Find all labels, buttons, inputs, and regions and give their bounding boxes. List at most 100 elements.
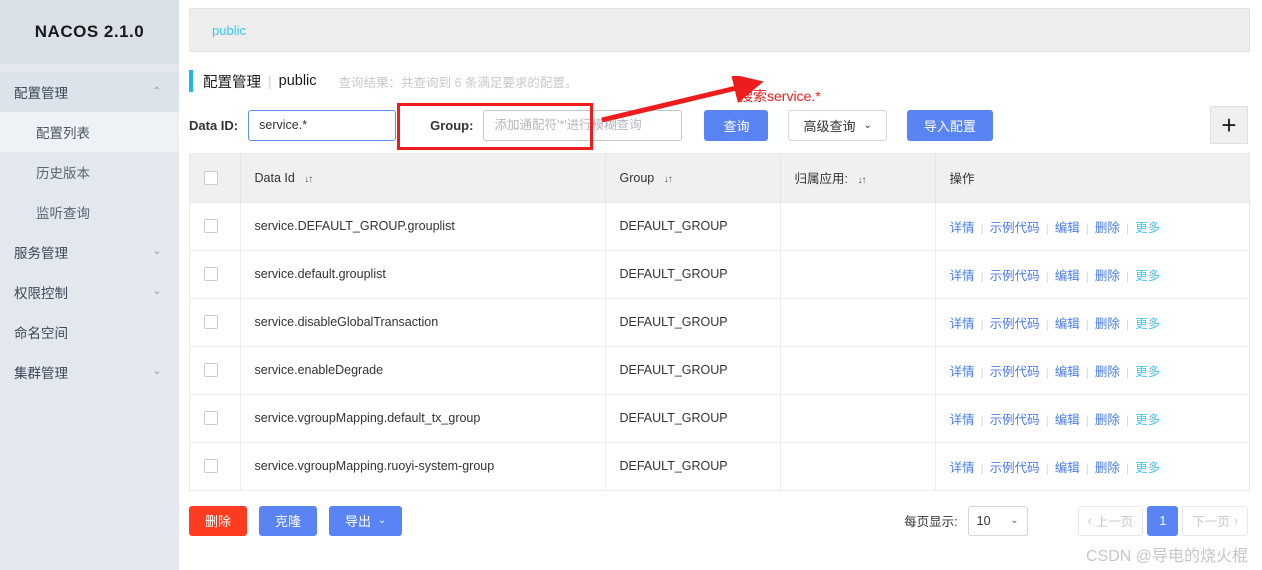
action-more-link[interactable]: 更多 bbox=[1135, 365, 1160, 379]
action-separator: | bbox=[1045, 412, 1049, 427]
row-checkbox[interactable] bbox=[204, 411, 218, 425]
sidebar: NACOS 2.1.0 配置管理 ⌃ 配置列表 历史版本 监听查询 服务管理 ⌄… bbox=[0, 0, 179, 570]
cell-group: DEFAULT_GROUP bbox=[605, 394, 781, 443]
advanced-query-button[interactable]: 高级查询 ⌄ bbox=[788, 109, 887, 141]
row-checkbox[interactable] bbox=[204, 459, 218, 473]
action-separator: | bbox=[1045, 268, 1049, 283]
table-head: Data Id ↓↑ Group ↓↑ 归属应用: ↓↑ 操作 bbox=[190, 154, 1249, 203]
row-checkbox[interactable] bbox=[204, 267, 218, 281]
action-detail-link[interactable]: 详情 bbox=[950, 269, 975, 283]
header-app[interactable]: 归属应用: ↓↑ bbox=[780, 154, 936, 203]
action-sample-code-link[interactable]: 示例代码 bbox=[990, 365, 1040, 379]
action-sample-code-link[interactable]: 示例代码 bbox=[990, 413, 1040, 427]
title-separator: | bbox=[268, 73, 272, 89]
table-header-row: Data Id ↓↑ Group ↓↑ 归属应用: ↓↑ 操作 bbox=[190, 154, 1249, 203]
row-checkbox[interactable] bbox=[204, 363, 218, 377]
clone-button[interactable]: 克隆 bbox=[259, 505, 318, 536]
action-delete-link[interactable]: 删除 bbox=[1095, 221, 1120, 235]
action-edit-link[interactable]: 编辑 bbox=[1055, 413, 1080, 427]
action-more-link[interactable]: 更多 bbox=[1135, 317, 1160, 331]
sidebar-item-listener-query[interactable]: 监听查询 bbox=[0, 192, 179, 232]
action-edit-link[interactable]: 编辑 bbox=[1055, 269, 1080, 283]
action-sample-code-link[interactable]: 示例代码 bbox=[990, 269, 1040, 283]
header-data-id[interactable]: Data Id ↓↑ bbox=[240, 154, 606, 203]
action-delete-link[interactable]: 删除 bbox=[1095, 365, 1120, 379]
action-more-link[interactable]: 更多 bbox=[1135, 461, 1160, 475]
cell-operations: 详情 | 示例代码 | 编辑 | 删除 | 更多 bbox=[935, 202, 1249, 251]
per-page-select[interactable]: 10 ⌄ bbox=[967, 505, 1028, 536]
action-edit-link[interactable]: 编辑 bbox=[1055, 365, 1080, 379]
config-table: Data Id ↓↑ Group ↓↑ 归属应用: ↓↑ 操作 service.… bbox=[190, 154, 1249, 491]
sidebar-item-config-management[interactable]: 配置管理 ⌃ bbox=[0, 72, 179, 112]
action-detail-link[interactable]: 详情 bbox=[950, 365, 975, 379]
select-all-checkbox[interactable] bbox=[204, 170, 218, 185]
table-row: service.vgroupMapping.ruoyi-system-group… bbox=[190, 442, 1249, 491]
sidebar-item-label: 集群管理 bbox=[14, 366, 68, 381]
query-button[interactable]: 查询 bbox=[704, 109, 769, 141]
row-select-cell bbox=[190, 298, 241, 347]
header-group[interactable]: Group ↓↑ bbox=[605, 154, 781, 203]
delete-button[interactable]: 删除 bbox=[189, 505, 248, 536]
page-namespace: public bbox=[278, 73, 317, 89]
per-page-value: 10 bbox=[976, 513, 991, 528]
action-detail-link[interactable]: 详情 bbox=[950, 221, 975, 235]
row-checkbox[interactable] bbox=[204, 315, 218, 329]
row-select-cell bbox=[190, 250, 241, 299]
row-checkbox[interactable] bbox=[204, 219, 218, 233]
action-more-link[interactable]: 更多 bbox=[1135, 221, 1160, 235]
row-select-cell bbox=[190, 346, 241, 395]
sidebar-item-service-management[interactable]: 服务管理 ⌄ bbox=[0, 232, 179, 272]
cell-app bbox=[780, 442, 936, 491]
action-separator: | bbox=[1045, 316, 1049, 331]
action-more-link[interactable]: 更多 bbox=[1135, 413, 1160, 427]
chevron-right-icon: › bbox=[1233, 513, 1238, 528]
sidebar-item-label: 监听查询 bbox=[36, 206, 90, 221]
annotation-text: 搜索service.* bbox=[739, 88, 821, 104]
action-detail-link[interactable]: 详情 bbox=[950, 413, 975, 427]
add-config-button[interactable]: + bbox=[1210, 106, 1248, 144]
cell-data-id: service.disableGlobalTransaction bbox=[240, 298, 606, 347]
group-input[interactable] bbox=[483, 109, 683, 141]
sidebar-item-cluster-management[interactable]: 集群管理 ⌄ bbox=[0, 352, 179, 392]
action-delete-link[interactable]: 删除 bbox=[1095, 461, 1120, 475]
action-delete-link[interactable]: 删除 bbox=[1095, 413, 1120, 427]
action-edit-link[interactable]: 编辑 bbox=[1055, 221, 1080, 235]
sort-icon[interactable]: ↓↑ bbox=[304, 174, 313, 185]
cell-data-id: service.default.grouplist bbox=[240, 250, 606, 299]
action-separator: | bbox=[1085, 364, 1089, 379]
action-detail-link[interactable]: 详情 bbox=[950, 461, 975, 475]
action-sample-code-link[interactable]: 示例代码 bbox=[990, 461, 1040, 475]
next-page-button[interactable]: 下一页 › bbox=[1182, 505, 1248, 536]
export-button[interactable]: 导出 ⌄ bbox=[329, 505, 403, 536]
action-more-link[interactable]: 更多 bbox=[1135, 269, 1160, 283]
sidebar-item-permission-control[interactable]: 权限控制 ⌄ bbox=[0, 272, 179, 312]
dataid-label: Data ID: bbox=[189, 117, 239, 133]
table-row: service.default.grouplist DEFAULT_GROUP 详情… bbox=[190, 250, 1249, 299]
action-separator: | bbox=[1045, 460, 1049, 475]
chevron-down-icon: ⌄ bbox=[152, 246, 161, 257]
cell-operations: 详情 | 示例代码 | 编辑 | 删除 | 更多 bbox=[935, 298, 1249, 347]
sidebar-item-config-list[interactable]: 配置列表 bbox=[0, 112, 179, 152]
cell-operations: 详情 | 示例代码 | 编辑 | 删除 | 更多 bbox=[935, 346, 1249, 395]
sort-icon[interactable]: ↓↑ bbox=[857, 175, 866, 186]
sidebar-item-namespace[interactable]: 命名空间 bbox=[0, 312, 179, 352]
page-nav: ‹ 上一页 1 下一页 › bbox=[1077, 505, 1248, 536]
tab-public[interactable]: public bbox=[212, 23, 246, 38]
sort-icon[interactable]: ↓↑ bbox=[664, 174, 673, 185]
action-detail-link[interactable]: 详情 bbox=[950, 317, 975, 331]
action-sample-code-link[interactable]: 示例代码 bbox=[990, 317, 1040, 331]
chevron-down-icon: ⌄ bbox=[1010, 515, 1019, 526]
action-edit-link[interactable]: 编辑 bbox=[1055, 461, 1080, 475]
chevron-down-icon: ⌄ bbox=[152, 366, 161, 377]
action-delete-link[interactable]: 删除 bbox=[1095, 317, 1120, 331]
prev-page-button[interactable]: ‹ 上一页 bbox=[1077, 505, 1144, 536]
dataid-input[interactable] bbox=[248, 109, 397, 141]
action-sample-code-link[interactable]: 示例代码 bbox=[990, 221, 1040, 235]
next-page-label: 下一页 bbox=[1192, 515, 1230, 529]
table-row: service.enableDegrade DEFAULT_GROUP 详情 | 示例代… bbox=[190, 346, 1249, 395]
action-delete-link[interactable]: 删除 bbox=[1095, 269, 1120, 283]
page-number-1[interactable]: 1 bbox=[1147, 505, 1179, 536]
action-edit-link[interactable]: 编辑 bbox=[1055, 317, 1080, 331]
sidebar-item-history-version[interactable]: 历史版本 bbox=[0, 152, 179, 192]
import-config-button[interactable]: 导入配置 bbox=[906, 109, 993, 141]
